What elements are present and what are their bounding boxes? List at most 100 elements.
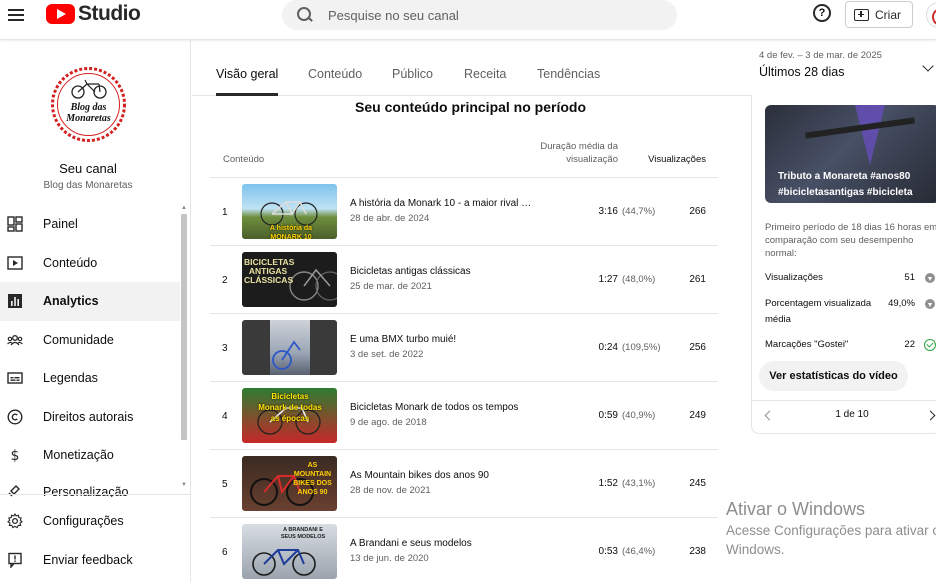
video-title[interactable]: A história da Monark 10 - a maior rival …: [350, 198, 534, 209]
tab-receita[interactable]: Receita: [464, 67, 506, 81]
video-title[interactable]: A Brandani e seus modelos: [350, 538, 534, 549]
menu-icon[interactable]: [8, 6, 26, 24]
feedback-icon: [8, 552, 22, 568]
views-count: 238: [689, 546, 706, 557]
settings-icon: [7, 513, 23, 529]
analytics-tabs: Visão geral Conteúdo Público Receita Ten…: [192, 40, 752, 96]
video-title[interactable]: É uma BMX turbo muié!: [350, 334, 534, 345]
tab-tendencias[interactable]: Tendências: [537, 67, 600, 81]
video-date: 25 de mar. de 2021: [350, 281, 432, 292]
row-rank: 3: [222, 343, 228, 354]
sidebar-item-analytics[interactable]: Analytics: [0, 282, 180, 321]
chevron-left-icon[interactable]: [764, 410, 775, 421]
stat-value: 51: [904, 272, 915, 283]
video-thumbnail[interactable]: Bicicletas Monark de todas as épocas: [242, 388, 337, 443]
views-count: 249: [689, 410, 706, 421]
sidebar-item-legendas[interactable]: Legendas: [0, 359, 180, 398]
latest-video-card: Tributo a Monareta #anos80 #bicicletasan…: [751, 96, 936, 434]
view-video-stats-button[interactable]: Ver estatísticas do vídeo: [759, 361, 908, 391]
logo-line-1: Blog das: [70, 102, 107, 113]
table-row[interactable]: 3 É uma BMX turbo muié! 3 de set. de 202…: [210, 313, 718, 381]
video-date: 28 de nov. de 2021: [350, 485, 431, 496]
stat-label: Porcentagem visualizada média: [765, 298, 872, 325]
sidebar-item-label: Comunidade: [43, 332, 114, 347]
monetization-icon: $: [11, 448, 20, 463]
latest-video-title[interactable]: Tributo a Monareta #anos80 #bicicletasan…: [778, 169, 936, 201]
channel-avatar[interactable]: Blog das Monaretas: [50, 66, 127, 143]
row-rank: 1: [222, 207, 228, 218]
avg-duration: 1:52: [598, 478, 618, 489]
video-thumbnail[interactable]: [242, 320, 337, 375]
stat-value: 49,0%: [888, 298, 915, 309]
search-icon[interactable]: [296, 6, 314, 24]
tab-visao-geral[interactable]: Visão geral: [216, 67, 278, 81]
top-content-table: 1 A história da MONARK 10 A história da …: [210, 177, 718, 582]
youtube-studio-logo[interactable]: Studio: [46, 2, 141, 25]
copyright-icon: [7, 409, 23, 425]
analytics-icon: [8, 294, 22, 309]
avg-duration: 1:27: [598, 274, 618, 285]
stat-label: Visualizações: [765, 272, 823, 283]
thumbnail-caption: Bicicletas Monark de todas as épocas: [258, 392, 322, 423]
community-icon: [7, 334, 23, 346]
scroll-down-arrow[interactable]: ▼: [181, 482, 187, 488]
video-title[interactable]: As Mountain bikes dos anos 90: [350, 470, 534, 481]
sidebar-item-direitos-autorais[interactable]: Direitos autorais: [0, 398, 180, 437]
video-date: 28 de abr. de 2024: [350, 213, 430, 224]
account-avatar[interactable]: [926, 2, 936, 28]
sidebar-scrollbar-thumb[interactable]: [181, 214, 187, 440]
search-bar[interactable]: Pesquise no seu canal: [282, 0, 677, 30]
sidebar-item-label: Enviar feedback: [43, 552, 133, 567]
thumbnail-caption: A BRANDANI E SEUS MODELOS: [280, 527, 326, 540]
bmx-illustration: [272, 340, 301, 370]
column-header-avg-duration[interactable]: Duração média da visualização: [520, 140, 618, 166]
sidebar-item-painel[interactable]: Painel: [0, 205, 180, 244]
table-row[interactable]: 5 AS MOUNTAIN BIKES DOS ANOS 90 As Mount…: [210, 449, 718, 517]
video-thumbnail[interactable]: A história da MONARK 10: [242, 184, 337, 239]
video-thumbnail[interactable]: BICICLETAS ANTIGAS CLÁSSICAS: [242, 252, 337, 307]
create-button[interactable]: Criar: [845, 1, 913, 28]
sidebar-item-monetizacao[interactable]: $ Monetização: [0, 436, 180, 475]
content-icon: [7, 256, 23, 270]
sidebar-item-label: Legendas: [43, 371, 98, 386]
video-title[interactable]: Bicicletas antigas clássicas: [350, 266, 534, 277]
table-row[interactable]: 4 Bicicletas Monark de todas as épocas B…: [210, 381, 718, 449]
scroll-up-arrow[interactable]: ▲: [181, 205, 187, 211]
column-header-views[interactable]: Visualizações: [640, 153, 706, 166]
avg-duration: 0:59: [598, 410, 618, 421]
sidebar-item-configuracoes[interactable]: Configurações: [0, 502, 180, 541]
watermark-title: Ativar o Windows: [726, 499, 866, 519]
video-title[interactable]: Bicicletas Monark de todos os tempos: [350, 402, 534, 413]
table-row[interactable]: 1 A história da MONARK 10 A história da …: [210, 177, 718, 245]
arrow-down-icon: [925, 299, 935, 309]
section-title: Seu conteúdo principal no período: [355, 99, 587, 115]
sidebar-bottom-nav: Configurações Enviar feedback: [0, 502, 180, 579]
tab-publico[interactable]: Público: [392, 67, 433, 81]
video-thumbnail[interactable]: AS MOUNTAIN BIKES DOS ANOS 90: [242, 456, 337, 511]
search-input[interactable]: Pesquise no seu canal: [328, 8, 459, 23]
views-count: 256: [689, 342, 706, 353]
windows-activation-watermark: Ativar o Windows Acesse Configurações pa…: [726, 497, 936, 559]
pager-indicator: 1 de 10: [835, 409, 869, 420]
column-header-content: Conteúdo: [223, 154, 265, 165]
top-bar: Studio Pesquise no seu canal ? Criar: [0, 0, 936, 40]
table-row[interactable]: 6 A BRANDANI E SEUS MODELOS A Brandani e…: [210, 517, 718, 582]
date-range-picker[interactable]: 4 de fev. – 3 de mar. de 2025 Últimos 28…: [759, 50, 936, 79]
watermark-subtitle: Acesse Configurações para ativar o Windo…: [726, 523, 936, 557]
help-icon[interactable]: ?: [813, 4, 831, 22]
logo-text: Studio: [78, 2, 141, 25]
sidebar-item-enviar-feedback[interactable]: Enviar feedback: [0, 541, 180, 580]
logo-line-2: Monaretas: [65, 113, 111, 124]
tab-conteudo[interactable]: Conteúdo: [308, 67, 362, 81]
views-count: 261: [689, 274, 706, 285]
table-row[interactable]: 2 BICICLETAS ANTIGAS CLÁSSICAS Bicicleta…: [210, 245, 718, 313]
video-thumbnail[interactable]: A BRANDANI E SEUS MODELOS: [242, 524, 337, 579]
row-rank: 6: [222, 547, 228, 558]
chevron-right-icon[interactable]: [925, 410, 936, 421]
sidebar-item-conteudo[interactable]: Conteúdo: [0, 244, 180, 283]
video-date: 3 de set. de 2022: [350, 349, 424, 360]
stat-label: Marcações "Gostei": [765, 339, 849, 350]
thumbnail-caption: AS MOUNTAIN BIKES DOS ANOS 90: [293, 462, 332, 496]
sidebar-item-comunidade[interactable]: Comunidade: [0, 321, 180, 360]
latest-video-thumbnail[interactable]: Tributo a Monareta #anos80 #bicicletasan…: [765, 105, 936, 203]
